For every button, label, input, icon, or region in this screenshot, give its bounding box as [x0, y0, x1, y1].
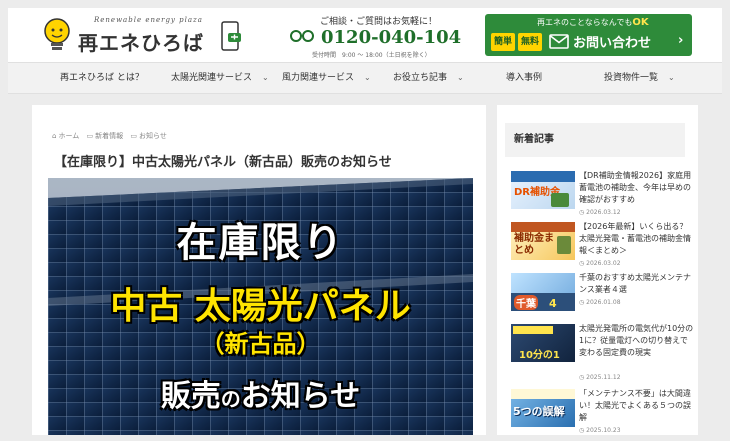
cta-tagline: 再エネのことならなんでもOK — [537, 17, 649, 28]
sidebar-article[interactable]: 補助金まとめ 【2026年最新】いくら出る？ 太陽光発電・蓄電池の補助金情報＜ま… — [511, 222, 691, 274]
nav-item-articles[interactable]: お役立ち記事 ⌄ — [393, 63, 464, 93]
article-title: 【2026年最新】いくら出る？ 太陽光発電・蓄電池の補助金情報＜まとめ＞ — [579, 222, 691, 255]
article-title: 「メンテナンス不要」は大間違い！太陽光でよくある５つの誤解 — [579, 389, 691, 422]
chevron-down-icon: ⌄ — [668, 73, 675, 82]
phone-number-link[interactable]: 0120-040-104 — [321, 27, 461, 48]
mail-icon — [549, 34, 569, 49]
site-logo[interactable]: Renewable energy plaza 再エネひろば — [42, 14, 242, 58]
nav-item-case-studies[interactable]: 導入事例 — [506, 63, 542, 93]
article-date: ◷ 2026.03.02 — [579, 260, 621, 267]
article-thumbnail: DR補助金 — [511, 171, 575, 209]
nav-label: 導入事例 — [506, 73, 543, 83]
chevron-down-icon: ⌄ — [262, 73, 269, 82]
breadcrumb: ⌂ ホーム ▭ 新着情報 ▭ お知らせ — [52, 131, 167, 141]
article-date: ◷ 2026.03.12 — [579, 209, 621, 216]
site-header: Renewable energy plaza 再エネひろば ご相談・ご質問はお気… — [8, 8, 722, 62]
breadcrumb-news[interactable]: 新着情報 — [95, 132, 123, 140]
article-date: ◷ 2026.01.08 — [579, 299, 621, 306]
article-title: 【DR補助金情報2026】家庭用蓄電池の補助金、今年は早めの確認がおすすめ — [579, 171, 692, 204]
page-title: 【在庫限り】中古太陽光パネル（新古品）販売のお知らせ — [54, 155, 392, 170]
contact-tagline: ご相談・ご質問はお気軽に！ — [320, 17, 438, 27]
phone-contact: ご相談・ご質問はお気軽に！ 0120-040-104 受付時間 9:00 ～ 1… — [290, 14, 461, 59]
sidebar-article[interactable]: 千葉 4 千葉のおすすめ太陽光メンテナンス業者４選 ◷ 2026.01.08 — [511, 273, 691, 325]
hero-text-4: 販売のお知らせ — [160, 379, 361, 414]
sidebar-article[interactable]: 10分の1 太陽光発電所の電気代が10分の1に？従量電灯への切り替えで変わる固定… — [511, 324, 694, 381]
contact-cta-button[interactable]: 再エネのことならなんでもOK 簡単 無料 お問い合わせ › — [485, 14, 692, 56]
nav-item-wind-services[interactable]: 風力関連サービス ⌄ — [282, 63, 371, 93]
article-title: 太陽光発電所の電気代が10分の1に？従量電灯への切り替えで変わる固定費の現実 — [579, 324, 694, 357]
article-thumbnail: 千葉 4 — [511, 273, 575, 311]
sidebar-heading: 新着記事 — [505, 123, 685, 157]
nav-item-about[interactable]: 再エネひろば とは？ — [60, 63, 144, 93]
nav-label: 投資物件一覧 — [604, 73, 659, 83]
hero-image: 在庫限り 中古 太陽光パネル （新古品） 販売のお知らせ — [48, 178, 473, 435]
folder-icon: ▭ — [130, 132, 137, 140]
article-date: ◷ 2025.11.12 — [579, 374, 621, 381]
article-title: 千葉のおすすめ太陽光メンテナンス業者４選 — [579, 273, 691, 294]
logo-title: 再エネひろば — [78, 31, 204, 55]
cta-badge-easy: 簡単 — [491, 33, 515, 51]
sidebar-article[interactable]: 5つの誤解 「メンテナンス不要」は大間違い！太陽光でよくある５つの誤解 ◷ 20… — [511, 389, 691, 441]
nav-label: 太陽光関連サービス — [171, 73, 253, 83]
article-date: ◷ 2025.10.23 — [579, 427, 621, 434]
page: Renewable energy plaza 再エネひろば ご相談・ご質問はお気… — [0, 0, 730, 435]
nav-item-solar-services[interactable]: 太陽光関連サービス ⌄ — [171, 63, 269, 93]
nav-label: 再エネひろば とは？ — [60, 73, 144, 83]
cta-ok-label: OK — [632, 17, 649, 28]
business-hours: 受付時間 9:00 ～ 18:00（土日祝を除く） — [312, 52, 431, 59]
freedial-icon — [290, 30, 314, 42]
lightbulb-icon — [44, 18, 70, 50]
nav-item-properties[interactable]: 投資物件一覧 ⌄ — [604, 63, 675, 93]
folder-icon: ▭ — [86, 132, 94, 140]
article-thumbnail: 10分の1 — [511, 324, 575, 362]
hero-text-2: 中古 太陽光パネル — [110, 286, 411, 327]
article-thumbnail: 5つの誤解 — [511, 389, 575, 427]
sidebar-article[interactable]: DR補助金 【DR補助金情報2026】家庭用蓄電池の補助金、今年は早めの確認がお… — [511, 171, 691, 223]
chevron-down-icon: ⌄ — [364, 73, 371, 82]
hero-text-3: （新古品） — [200, 330, 321, 358]
chevron-down-icon: ⌄ — [457, 73, 464, 82]
cta-label: お問い合わせ — [573, 36, 652, 51]
nav-label: 風力関連サービス — [282, 73, 355, 83]
hero-text-1: 在庫限り — [176, 220, 345, 266]
article-thumbnail: 補助金まとめ — [511, 222, 575, 260]
nav-label: お役立ち記事 — [393, 73, 448, 83]
breadcrumb-home[interactable]: ホーム — [58, 132, 79, 140]
logo-subtitle: Renewable energy plaza — [94, 16, 203, 24]
article-main: ⌂ ホーム ▭ 新着情報 ▭ お知らせ 【在庫限り】中古太陽光パネル（新古品）販売のお… — [32, 105, 486, 435]
home-icon: ⌂ — [52, 132, 57, 140]
chevron-right-icon: › — [678, 33, 684, 48]
smartphone-icon — [221, 21, 241, 51]
global-nav: 再エネひろば とは？ 太陽光関連サービス ⌄ 風力関連サービス ⌄ お役立ち記事 ⌄ … — [8, 62, 722, 94]
sidebar: 新着記事 DR補助金 【DR補助金情報2026】家庭用蓄電池の補助金、今年は早め… — [497, 105, 698, 435]
cta-badge-free: 無料 — [518, 33, 542, 51]
breadcrumb-notice[interactable]: お知らせ — [139, 132, 167, 140]
